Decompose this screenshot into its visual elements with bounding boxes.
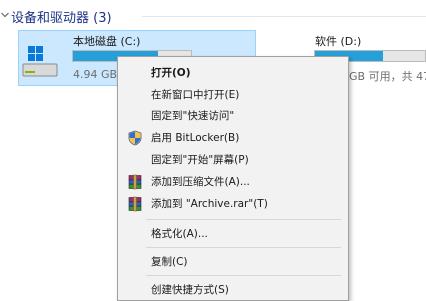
menu-item-label: 在新窗口中打开(E) <box>151 89 240 101</box>
drive-d-name: 软件 (D:) <box>315 35 362 48</box>
menu-item-label: 打开(O) <box>151 67 191 79</box>
menu-separator <box>146 219 341 220</box>
menu-item-label: 添加到压缩文件(A)... <box>151 176 250 188</box>
menu-item-label: 复制(C) <box>151 256 188 268</box>
menu-item-add-to-archive[interactable]: 添加到压缩文件(A)... <box>118 171 348 192</box>
menu-item-format[interactable]: 格式化(A)... <box>118 223 348 244</box>
uac-shield-icon <box>128 130 142 146</box>
menu-item-label: 创建快捷方式(S) <box>151 284 229 296</box>
chevron-down-icon[interactable] <box>0 9 10 21</box>
menu-separator <box>146 247 341 248</box>
group-divider <box>142 16 426 17</box>
menu-item-copy[interactable]: 复制(C) <box>118 251 348 272</box>
group-title: 设备和驱动器 (3) <box>11 11 112 26</box>
drive-c-free-text: 4.94 GB <box>73 68 118 81</box>
menu-item-pin-quick-access[interactable]: 固定到"快速访问" <box>118 105 348 126</box>
menu-item-open-new-window[interactable]: 在新窗口中打开(E) <box>118 84 348 105</box>
group-header[interactable]: 设备和驱动器 (3) <box>0 0 426 30</box>
winrar-icon <box>128 174 142 190</box>
menu-separator <box>146 275 341 276</box>
hard-drive-windows-icon <box>22 46 58 77</box>
context-menu: 打开(O) 在新窗口中打开(E) 固定到"快速访问" 启用 BitLocker(… <box>117 56 349 301</box>
menu-item-label: 启用 BitLocker(B) <box>151 132 240 144</box>
drive-d-free-text: GB 可用，共 47. <box>349 70 426 83</box>
menu-item-label: 固定到"快速访问" <box>151 110 235 122</box>
winrar-icon <box>128 196 142 212</box>
menu-item-open[interactable]: 打开(O) <box>118 62 348 83</box>
menu-item-create-shortcut[interactable]: 创建快捷方式(S) <box>118 279 348 300</box>
drive-c-name: 本地磁盘 (C:) <box>73 35 141 48</box>
menu-item-label: 添加到 "Archive.rar"(T) <box>151 198 268 210</box>
menu-item-bitlocker[interactable]: 启用 BitLocker(B) <box>118 127 348 148</box>
menu-item-add-to-archive-rar[interactable]: 添加到 "Archive.rar"(T) <box>118 193 348 214</box>
menu-item-pin-start[interactable]: 固定到"开始"屏幕(P) <box>118 149 348 170</box>
menu-item-label: 格式化(A)... <box>151 228 208 240</box>
menu-item-label: 固定到"开始"屏幕(P) <box>151 154 249 166</box>
